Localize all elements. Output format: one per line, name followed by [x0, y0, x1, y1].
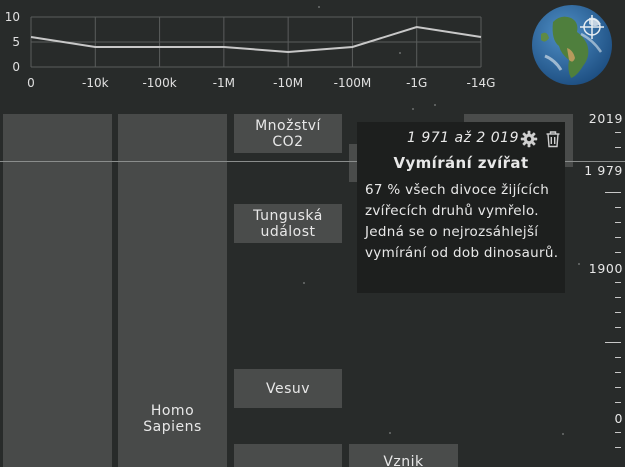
- event-detail-popup: 1 971 až 2 019 Vymírání zvířat 67 % všec…: [357, 122, 565, 293]
- event-label: Množství: [255, 117, 321, 134]
- mini-line-chart: 10 5 0 0 -10k -100k -1M -10M -100M -1G -14G: [5, 10, 496, 90]
- globe-button[interactable]: [531, 4, 613, 86]
- x-tick-label: -100k: [142, 76, 176, 90]
- event-block[interactable]: [234, 444, 342, 467]
- scale-tick: [615, 402, 621, 403]
- scale-tick: [615, 327, 621, 328]
- y-tick-label: 5: [12, 35, 20, 49]
- x-tick-label: -10M: [273, 76, 303, 90]
- trash-icon[interactable]: [544, 130, 562, 148]
- scale-tick: [615, 222, 621, 223]
- scale-tick: [615, 432, 621, 433]
- y-tick-label: 0: [12, 60, 20, 74]
- x-tick-label: -100M: [334, 76, 372, 90]
- chart-grid: [30, 16, 482, 68]
- scale-label: 1 979: [584, 163, 623, 178]
- popup-title: Vymírání zvířat: [393, 154, 529, 172]
- scale-tick: [615, 372, 621, 373]
- scale-tick: [615, 237, 621, 238]
- event-label: Vznik: [383, 454, 424, 467]
- popup-description: 67 % všech divoce žijících zvířecích dru…: [365, 182, 559, 261]
- scale-tick: [615, 132, 621, 133]
- star: [412, 108, 414, 110]
- event-co2[interactable]: Množství CO2: [234, 114, 342, 153]
- x-tick-label: -10k: [82, 76, 109, 90]
- scale-label: 2019: [588, 111, 623, 126]
- chart-x-ticks: 0 -10k -100k -1M -10M -100M -1G -14G: [27, 76, 495, 90]
- column-label-line2: Sapiens: [143, 419, 202, 435]
- chart-series-line: [30, 25, 482, 54]
- scale-tick: [615, 282, 621, 283]
- x-tick-label: -14G: [467, 76, 496, 90]
- star: [434, 104, 436, 106]
- timeline-column-left[interactable]: [3, 114, 112, 467]
- event-label: událost: [260, 223, 316, 240]
- star: [389, 432, 391, 434]
- scale-tick: [615, 312, 621, 313]
- x-tick-label: 0: [27, 76, 35, 90]
- column-label-line1: Homo: [150, 403, 195, 419]
- event-vesuv[interactable]: Vesuv: [234, 369, 342, 408]
- scale-label: 1900: [588, 261, 623, 276]
- event-vznik[interactable]: Vznik: [349, 444, 458, 467]
- x-tick-label: -1M: [213, 76, 235, 90]
- event-label: CO2: [272, 133, 304, 150]
- scale-tick: [615, 297, 621, 298]
- scale-tick: [605, 192, 621, 193]
- scale-tick: [615, 357, 621, 358]
- y-tick-label: 10: [5, 10, 20, 24]
- scale-tick: [605, 342, 621, 343]
- event-label: Tunguská: [253, 207, 323, 224]
- scale-tick: [615, 147, 621, 148]
- scale-tick: [615, 207, 621, 208]
- scale-tick: [615, 252, 621, 253]
- star: [303, 282, 305, 284]
- scale-tick: [615, 387, 621, 388]
- chart-y-ticks: 10 5 0: [5, 10, 20, 74]
- popup-dates: 1 971 až 2 019: [407, 130, 519, 146]
- timeline-column-homo-sapiens[interactable]: Homo Sapiens: [118, 114, 227, 467]
- star: [578, 263, 580, 265]
- event-tunguska[interactable]: Tunguská událost: [234, 204, 342, 243]
- globe-icon: [532, 5, 612, 85]
- event-label: Vesuv: [265, 380, 311, 397]
- gear-icon[interactable]: [520, 130, 538, 148]
- x-tick-label: -1G: [406, 76, 427, 90]
- scale-tick: [615, 447, 621, 448]
- star: [562, 433, 564, 435]
- scale-label: 0: [614, 411, 623, 426]
